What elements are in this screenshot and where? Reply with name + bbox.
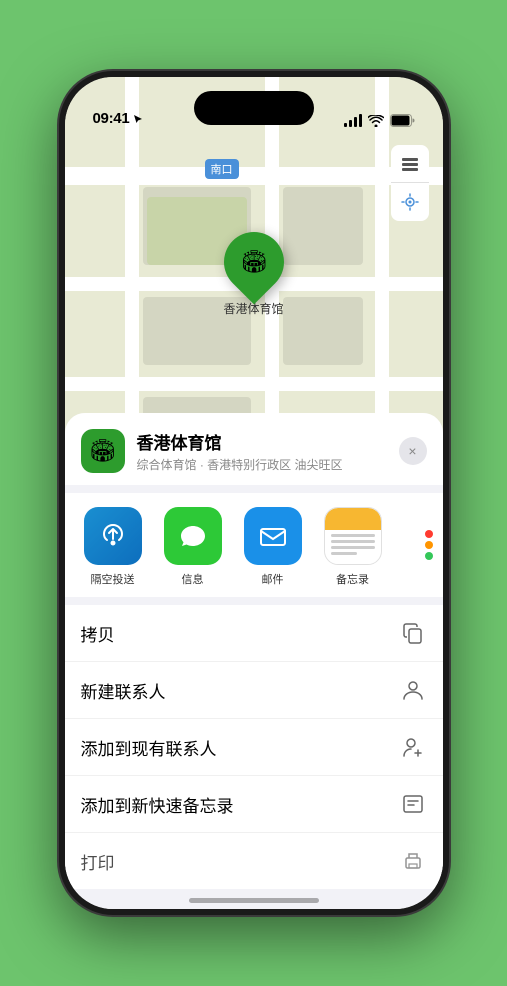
- more-apps-dots: [425, 530, 433, 560]
- phone-screen: 09:41: [65, 77, 443, 909]
- print-icon: [399, 847, 427, 875]
- action-add-note[interactable]: 添加到新快速备忘录: [65, 776, 443, 833]
- person-add-icon: [399, 733, 427, 761]
- notes-label: 备忘录: [336, 571, 369, 587]
- close-button[interactable]: ×: [399, 437, 427, 465]
- action-copy[interactable]: 拷贝: [65, 605, 443, 662]
- venue-sub: 综合体育馆 · 香港特别行政区 油尖旺区: [137, 456, 387, 473]
- notes-inner: [325, 508, 381, 564]
- venue-info: 香港体育馆 综合体育馆 · 香港特别行政区 油尖旺区: [137, 429, 387, 473]
- location-pin: 🏟 香港体育馆: [223, 232, 283, 317]
- action-new-contact-label: 新建联系人: [81, 678, 166, 703]
- share-app-mail[interactable]: 邮件: [233, 507, 313, 587]
- action-add-note-label: 添加到新快速备忘录: [81, 792, 234, 817]
- share-app-airdrop[interactable]: 隔空投送: [73, 507, 153, 587]
- map-location-button[interactable]: [391, 183, 429, 221]
- dot-red: [425, 530, 433, 538]
- person-icon: [399, 676, 427, 704]
- venue-name: 香港体育馆: [137, 429, 387, 454]
- messages-icon-wrap: [164, 507, 222, 565]
- share-app-notes[interactable]: 备忘录: [313, 507, 393, 587]
- action-new-contact[interactable]: 新建联系人: [65, 662, 443, 719]
- action-add-existing-label: 添加到现有联系人: [81, 735, 217, 760]
- share-apps-row: 隔空投送 信息: [65, 493, 443, 597]
- action-print-label: 打印: [81, 849, 115, 874]
- share-app-messages[interactable]: 信息: [153, 507, 233, 587]
- mail-label: 邮件: [262, 571, 284, 587]
- sheet-header: 🏟 香港体育馆 综合体育馆 · 香港特别行政区 油尖旺区 ×: [65, 413, 443, 485]
- action-list: 拷贝 新建联系人: [65, 605, 443, 889]
- notes-icon-wrap: [324, 507, 382, 565]
- location-arrow-icon: [133, 114, 143, 124]
- mail-icon-wrap: [244, 507, 302, 565]
- map-layers-button[interactable]: [391, 145, 429, 183]
- note-icon: [399, 790, 427, 818]
- wifi-icon: [368, 115, 384, 127]
- dot-green: [425, 552, 433, 560]
- venue-icon: 🏟: [81, 429, 125, 473]
- copy-icon: [399, 619, 427, 647]
- map-controls: [391, 145, 429, 221]
- dot-orange: [425, 541, 433, 549]
- signal-icon: [344, 114, 362, 127]
- action-print[interactable]: 打印: [65, 833, 443, 889]
- action-add-existing[interactable]: 添加到现有联系人: [65, 719, 443, 776]
- pin-circle: 🏟: [211, 220, 296, 305]
- status-time: 09:41: [93, 110, 130, 127]
- dynamic-island: [194, 91, 314, 125]
- messages-label: 信息: [182, 571, 204, 587]
- bottom-sheet: 🏟 香港体育馆 综合体育馆 · 香港特别行政区 油尖旺区 ×: [65, 413, 443, 909]
- status-icons: [344, 114, 415, 127]
- home-indicator: [189, 898, 319, 903]
- map-label: 南口: [205, 159, 239, 179]
- airdrop-label: 隔空投送: [91, 571, 135, 587]
- phone-device: 09:41: [59, 71, 449, 915]
- airdrop-icon-wrap: [84, 507, 142, 565]
- action-copy-label: 拷贝: [81, 621, 115, 646]
- battery-icon: [390, 114, 415, 127]
